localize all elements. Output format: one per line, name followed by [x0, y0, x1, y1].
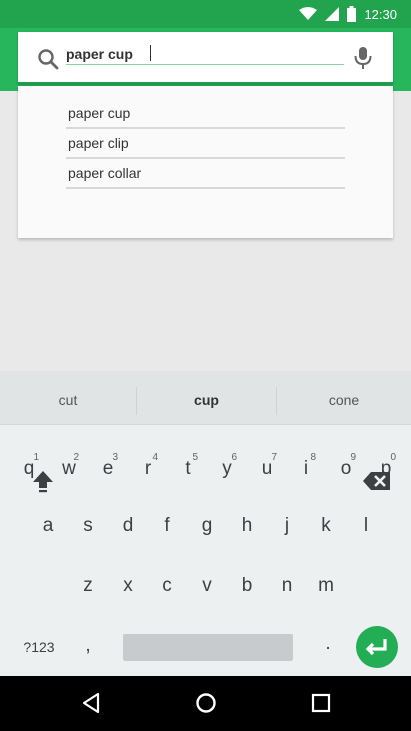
- key-h[interactable]: h: [233, 515, 261, 545]
- shift-icon: [33, 471, 53, 493]
- keyboard-suggestion[interactable]: cut: [0, 371, 136, 425]
- key-hint: 1: [33, 452, 39, 463]
- key-label: y: [222, 458, 232, 479]
- status-bar: 12:30: [0, 0, 411, 28]
- period-key[interactable]: .: [316, 633, 340, 659]
- key-label: t: [185, 458, 191, 479]
- back-icon[interactable]: [80, 691, 104, 715]
- suggestion-item[interactable]: paper clip: [66, 129, 345, 159]
- key-hint: 6: [231, 452, 237, 463]
- shift-key[interactable]: [28, 466, 58, 496]
- key-s[interactable]: s: [74, 515, 102, 545]
- home-icon[interactable]: [194, 691, 218, 715]
- key-e[interactable]: e3: [94, 452, 122, 488]
- enter-icon: [365, 639, 387, 656]
- key-z[interactable]: z: [74, 575, 102, 605]
- key-l[interactable]: l: [352, 515, 380, 545]
- key-hint: 2: [73, 452, 79, 463]
- backspace-icon: [363, 472, 390, 490]
- suggestions-dropdown: paper cup paper clip paper collar: [18, 86, 393, 238]
- suggestion-item[interactable]: paper collar: [66, 159, 345, 189]
- key-m[interactable]: m: [312, 575, 340, 605]
- space-key[interactable]: [123, 634, 293, 661]
- search-bar: [18, 32, 393, 84]
- wifi-icon: [299, 7, 318, 20]
- cell-signal-icon: [325, 7, 340, 21]
- key-f[interactable]: f: [153, 515, 181, 545]
- key-hint: 9: [350, 452, 356, 463]
- status-icons: 12:30: [299, 5, 397, 23]
- key-o[interactable]: o9: [332, 452, 360, 488]
- key-c[interactable]: c: [153, 575, 181, 605]
- key-y[interactable]: y6: [213, 452, 241, 488]
- key-j[interactable]: j: [273, 515, 301, 545]
- key-label: r: [144, 458, 152, 479]
- status-time: 12:30: [364, 6, 397, 22]
- battery-icon: [347, 6, 357, 22]
- key-label: i: [303, 458, 309, 479]
- search-input[interactable]: [66, 42, 344, 66]
- key-k[interactable]: k: [312, 515, 340, 545]
- key-hint: 7: [271, 452, 277, 463]
- key-t[interactable]: t5: [174, 452, 202, 488]
- backspace-key[interactable]: [360, 466, 394, 496]
- keyboard-suggestion-selected[interactable]: cup: [137, 371, 276, 425]
- key-v[interactable]: v: [193, 575, 221, 605]
- symbols-key[interactable]: ?123: [14, 639, 64, 661]
- key-x[interactable]: x: [114, 575, 142, 605]
- key-n[interactable]: n: [273, 575, 301, 605]
- suggestion-item[interactable]: paper cup: [66, 99, 345, 129]
- key-w[interactable]: w2: [55, 452, 83, 488]
- key-i[interactable]: i8: [292, 452, 320, 488]
- search-underline: [66, 64, 344, 65]
- search-icon[interactable]: [36, 47, 60, 71]
- key-hint: 5: [192, 452, 198, 463]
- keyboard-suggestion[interactable]: cone: [277, 371, 411, 425]
- soft-keyboard: cut cup cone q1w2e3r4t5y6u7i8o9p0 asdfgh…: [0, 371, 411, 676]
- key-g[interactable]: g: [193, 515, 221, 545]
- key-hint: 3: [112, 452, 118, 463]
- key-r[interactable]: r4: [134, 452, 162, 488]
- key-b[interactable]: b: [233, 575, 261, 605]
- key-d[interactable]: d: [114, 515, 142, 545]
- recents-icon[interactable]: [309, 691, 333, 715]
- key-hint: 8: [310, 452, 316, 463]
- text-caret: [150, 45, 151, 61]
- key-hint: 0: [390, 452, 396, 463]
- key-u[interactable]: u7: [253, 452, 281, 488]
- enter-key[interactable]: [356, 626, 398, 668]
- key-hint: 4: [152, 452, 158, 463]
- navigation-bar: [0, 676, 411, 731]
- comma-key[interactable]: ,: [76, 635, 100, 661]
- keyboard-suggestion-strip: cut cup cone: [0, 371, 411, 425]
- key-a[interactable]: a: [34, 515, 62, 545]
- mic-icon[interactable]: [351, 45, 375, 71]
